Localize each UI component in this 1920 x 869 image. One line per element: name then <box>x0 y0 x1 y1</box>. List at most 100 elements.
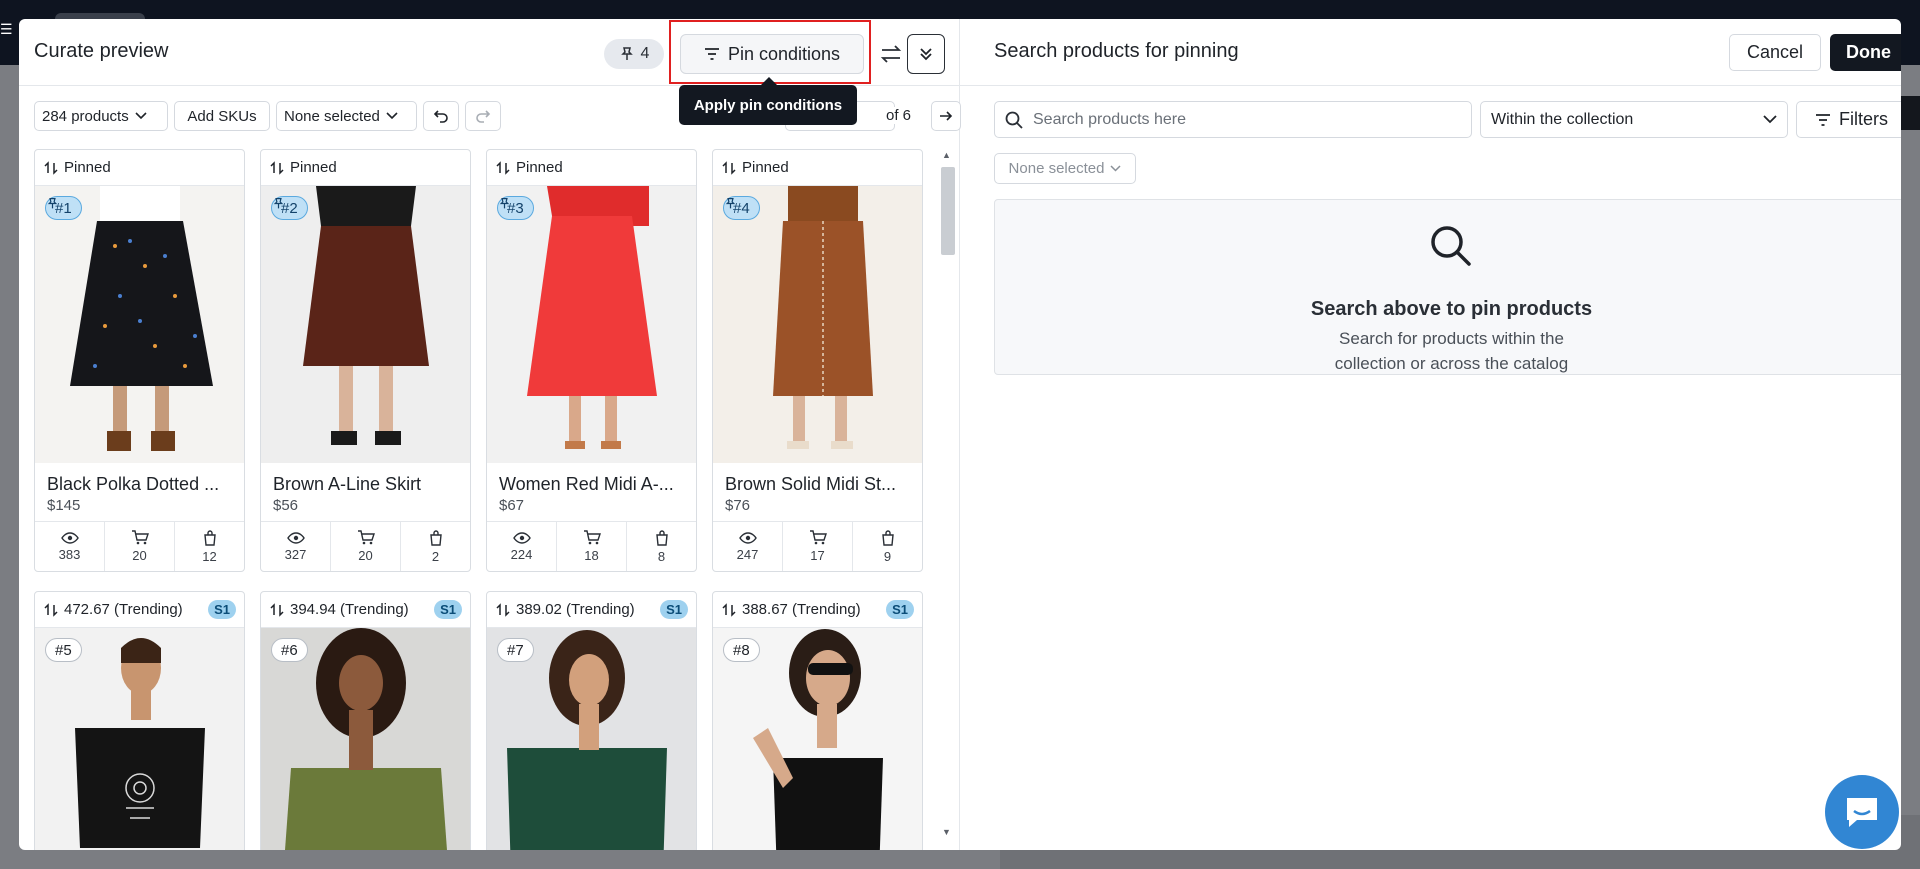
pin-icon <box>273 198 284 209</box>
eye-icon <box>60 531 79 544</box>
search-pinning-header: Search products for pinning Cancel Done <box>960 19 1901 86</box>
views-stat: 327 <box>261 522 331 571</box>
product-search[interactable] <box>994 101 1472 138</box>
search-scope-select[interactable]: Within the collection <box>1480 101 1788 138</box>
rank-badge: #6 <box>271 638 308 662</box>
add-skus-button[interactable]: Add SKUs <box>174 101 270 131</box>
segment-badge: S1 <box>434 600 462 619</box>
search-scope-label: Within the collection <box>1491 110 1634 128</box>
products-count-label: 284 products <box>42 107 129 125</box>
search-icon <box>1431 226 1471 266</box>
pinned-count-badge[interactable]: 4 <box>604 39 664 69</box>
rank-badge: #5 <box>45 638 82 662</box>
segment-badge: S1 <box>886 600 914 619</box>
cancel-button[interactable]: Cancel <box>1729 34 1821 71</box>
product-price: $76 <box>725 497 751 514</box>
product-card[interactable]: 388.67 (Trending) S1 #8 <box>712 591 923 850</box>
card-status: Pinned <box>261 150 470 186</box>
orders-value: 2 <box>431 548 440 564</box>
orders-stat: 9 <box>853 522 922 571</box>
rank-badge: #2 <box>271 196 308 220</box>
curate-modal: Curate preview 4 Pin conditions Apply pi… <box>19 19 1901 850</box>
orders-stat: 8 <box>627 522 696 571</box>
highlight-box <box>669 20 871 84</box>
segment-badge: S1 <box>208 600 236 619</box>
card-status: 388.67 (Trending) S1 <box>713 592 922 628</box>
collapse-button[interactable] <box>907 34 945 74</box>
product-card[interactable]: 472.67 (Trending) S1 #5 <box>34 591 245 850</box>
rank-label: #5 <box>55 641 72 659</box>
scroll-thumb[interactable] <box>941 167 955 255</box>
add-skus-label: Add SKUs <box>187 107 257 125</box>
product-stats: 383 20 12 <box>35 521 244 571</box>
product-name: Black Polka Dotted ... <box>47 474 220 494</box>
chat-launcher-button[interactable] <box>1825 775 1899 849</box>
menu-icon: ☰ <box>0 21 13 37</box>
undo-button[interactable] <box>423 101 459 131</box>
sort-icon <box>496 160 510 175</box>
card-status-label: Pinned <box>64 159 111 176</box>
sort-icon <box>44 160 58 175</box>
product-card[interactable]: 394.94 (Trending) S1 #6 <box>260 591 471 850</box>
filters-button[interactable]: Filters <box>1796 101 1901 138</box>
product-card[interactable]: Pinned #3 Women Red Midi A-... $67 224 1… <box>486 149 697 572</box>
chat-icon <box>1847 798 1877 827</box>
views-value: 383 <box>58 546 81 562</box>
product-name: Brown Solid Midi St... <box>725 474 897 494</box>
rank-badge: #4 <box>723 196 760 220</box>
pin-icon <box>499 198 510 209</box>
product-price: $67 <box>499 497 525 514</box>
chevron-down-icon <box>1110 165 1121 172</box>
curate-preview-pane: Curate preview 4 Pin conditions Apply pi… <box>19 19 961 850</box>
card-status-label: Pinned <box>290 159 337 176</box>
pin-icon <box>725 198 736 209</box>
search-input[interactable] <box>1033 110 1453 129</box>
carts-value: 20 <box>358 548 373 563</box>
search-selection-label: None selected <box>1008 160 1105 177</box>
carts-stat: 20 <box>331 522 401 571</box>
bag-icon <box>429 529 442 546</box>
search-pinning-title: Search products for pinning <box>994 40 1239 62</box>
product-card[interactable]: Pinned #4 Brown Solid Midi St... $76 247… <box>712 149 923 572</box>
product-grid: Pinned #1 Black Polka Dotted ... $145 38… <box>34 149 944 850</box>
product-stats: 224 18 8 <box>487 521 696 571</box>
product-card[interactable]: Pinned #1 Black Polka Dotted ... $145 38… <box>34 149 245 572</box>
card-status: Pinned <box>35 150 244 186</box>
chevron-down-icon <box>1763 115 1777 124</box>
filter-icon <box>1816 113 1830 126</box>
product-image: #3 <box>487 186 696 463</box>
swap-icon <box>880 45 902 63</box>
eye-icon <box>738 531 757 544</box>
product-price: $145 <box>47 497 81 514</box>
card-status: 394.94 (Trending) S1 <box>261 592 470 628</box>
products-count-dropdown[interactable]: 284 products <box>34 101 168 131</box>
search-selection-dropdown[interactable]: None selected <box>994 153 1136 184</box>
done-button[interactable]: Done <box>1830 34 1901 71</box>
scroll-up-icon[interactable]: ▲ <box>942 150 951 160</box>
next-page-button[interactable] <box>931 101 961 131</box>
product-stats: 247 17 9 <box>713 521 922 571</box>
cart-icon <box>357 530 375 545</box>
carts-value: 20 <box>132 548 147 563</box>
product-image: #5 <box>35 628 244 850</box>
card-status: 472.67 (Trending) S1 <box>35 592 244 628</box>
card-status-label: 394.94 (Trending) <box>290 601 409 618</box>
arrow-right-icon <box>940 111 953 121</box>
scroll-down-icon[interactable]: ▼ <box>942 827 951 837</box>
redo-icon <box>476 110 491 123</box>
product-card[interactable]: 389.02 (Trending) S1 #7 <box>486 591 697 850</box>
carts-value: 18 <box>584 548 599 563</box>
carts-stat: 20 <box>105 522 175 571</box>
eye-icon <box>286 531 305 544</box>
chevron-down-icon <box>135 112 147 120</box>
selection-dropdown[interactable]: None selected <box>276 101 417 131</box>
empty-state-subtitle: Search for products within the collectio… <box>995 326 1901 376</box>
search-pinning-pane: Search products for pinning Cancel Done … <box>960 19 1901 850</box>
product-card[interactable]: Pinned #2 Brown A-Line Skirt $56 327 20 … <box>260 149 471 572</box>
redo-button[interactable] <box>465 101 501 131</box>
swap-button[interactable] <box>873 35 909 73</box>
product-image: #8 <box>713 628 922 850</box>
page-total: of 6 <box>883 107 915 124</box>
orders-stat: 2 <box>401 522 470 571</box>
sort-icon <box>44 602 58 617</box>
